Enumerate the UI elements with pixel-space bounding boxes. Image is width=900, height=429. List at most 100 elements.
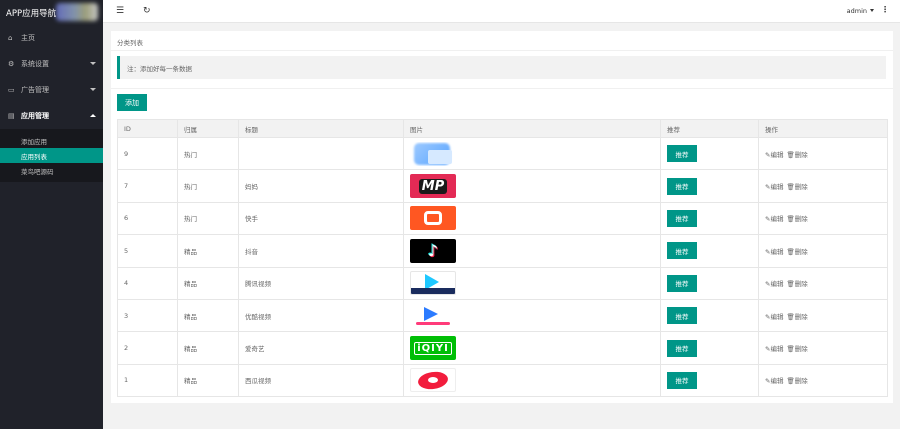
cell-recommend: 推荐 bbox=[660, 169, 759, 203]
cell-image bbox=[403, 201, 661, 236]
edit-label: 编辑 bbox=[770, 215, 784, 224]
recommend-button[interactable]: 推荐 bbox=[667, 145, 697, 163]
cell-group: 精品 bbox=[177, 234, 239, 268]
table-header-row: ID 归属 标题 图片 推荐 操作 bbox=[117, 119, 888, 138]
trash-icon: 🗑 bbox=[786, 280, 795, 289]
sidebar-subitem-add-app[interactable]: 添加应用 bbox=[0, 133, 103, 148]
content-card: 分类列表 注：添加好每一条数据 添加 ID 归属 标题 图片 推荐 操作 9 热… bbox=[111, 31, 893, 403]
divider bbox=[111, 50, 893, 51]
brand[interactable]: APP应用导航 bbox=[0, 0, 103, 25]
table-row: 3 精品 优酷视频 推荐 ✎编辑 🗑删除 bbox=[117, 298, 888, 333]
cell-title: 西瓜视频 bbox=[238, 363, 404, 398]
cell-title: 抖音 bbox=[238, 234, 404, 268]
more-icon[interactable]: ⋮ bbox=[881, 5, 889, 14]
cell-title: 优酷视频 bbox=[238, 298, 404, 333]
cell-image bbox=[403, 266, 661, 300]
table-row: 2 精品 爱奇艺 iQIYI 推荐 ✎编辑 🗑删除 bbox=[117, 331, 888, 365]
divider bbox=[111, 88, 893, 89]
table-row: 1 精品 西瓜视频 推荐 ✎编辑 🗑删除 bbox=[117, 363, 888, 398]
home-icon: ⌂ bbox=[8, 34, 13, 42]
edit-link[interactable]: ✎编辑 bbox=[765, 151, 783, 159]
table-row: 6 热门 快手 推荐 ✎编辑 🗑删除 bbox=[117, 201, 888, 236]
delete-label: 删除 bbox=[794, 377, 808, 386]
sidebar-item-system-settings[interactable]: ⚙ 系统设置 bbox=[0, 51, 103, 77]
table-row: 9 热门 推荐 ✎编辑 🗑删除 bbox=[117, 136, 888, 171]
edit-link[interactable]: ✎编辑 bbox=[765, 215, 783, 223]
cell-id: 1 bbox=[117, 363, 178, 398]
delete-link[interactable]: 🗑删除 bbox=[786, 215, 807, 223]
cell-group: 精品 bbox=[177, 266, 239, 300]
cell-image bbox=[403, 298, 661, 333]
refresh-icon[interactable]: ↻ bbox=[143, 6, 151, 16]
app-logo-image: ♪ bbox=[410, 238, 456, 263]
logo-text: MP bbox=[418, 178, 448, 194]
sidebar-item-label: 广告管理 bbox=[21, 86, 49, 94]
delete-link[interactable]: 🗑删除 bbox=[786, 183, 807, 191]
delete-link[interactable]: 🗑删除 bbox=[786, 345, 807, 353]
delete-link[interactable]: 🗑删除 bbox=[786, 313, 807, 321]
column-header-id: ID bbox=[117, 119, 178, 138]
sidebar-item-ad-management[interactable]: ▭ 广告管理 bbox=[0, 77, 103, 103]
recommend-button[interactable]: 推荐 bbox=[667, 307, 697, 325]
cell-title: 爱奇艺 bbox=[238, 331, 404, 365]
cell-actions: ✎编辑 🗑删除 bbox=[758, 331, 888, 365]
cell-title bbox=[238, 136, 404, 171]
table-row: 5 精品 抖音 ♪ 推荐 ✎编辑 🗑删除 bbox=[117, 234, 888, 268]
cell-id: 4 bbox=[117, 266, 178, 300]
cell-recommend: 推荐 bbox=[660, 363, 759, 398]
trash-icon: 🗑 bbox=[786, 345, 795, 354]
recommend-button[interactable]: 推荐 bbox=[667, 274, 697, 292]
cell-group: 精品 bbox=[177, 363, 239, 398]
delete-link[interactable]: 🗑删除 bbox=[786, 151, 807, 159]
cell-group: 热门 bbox=[177, 136, 239, 171]
delete-label: 删除 bbox=[794, 280, 808, 289]
sidebar-item-label: 应用管理 bbox=[21, 112, 49, 120]
user-menu[interactable]: admin bbox=[847, 7, 874, 15]
recommend-button[interactable]: 推荐 bbox=[667, 177, 697, 195]
sidebar-subitem-source[interactable]: 菜鸟吧源码 bbox=[0, 163, 103, 178]
recommend-button[interactable]: 推荐 bbox=[667, 371, 697, 389]
cell-title: 腾讯视频 bbox=[238, 266, 404, 300]
trash-icon: 🗑 bbox=[786, 247, 795, 256]
edit-link[interactable]: ✎编辑 bbox=[765, 183, 783, 191]
cell-actions: ✎编辑 🗑删除 bbox=[758, 266, 888, 300]
recommend-button[interactable]: 推荐 bbox=[667, 209, 697, 227]
app-logo-image bbox=[410, 141, 456, 166]
cell-recommend: 推荐 bbox=[660, 331, 759, 365]
delete-label: 删除 bbox=[794, 247, 808, 256]
note-quote: 注：添加好每一条数据 bbox=[117, 56, 886, 79]
edit-link[interactable]: ✎编辑 bbox=[765, 313, 783, 321]
delete-link[interactable]: 🗑删除 bbox=[786, 248, 807, 256]
cell-recommend: 推荐 bbox=[660, 298, 759, 333]
cell-group: 热门 bbox=[177, 201, 239, 236]
cell-group: 精品 bbox=[177, 331, 239, 365]
delete-link[interactable]: 🗑删除 bbox=[786, 377, 807, 385]
cell-recommend: 推荐 bbox=[660, 201, 759, 236]
cell-id: 5 bbox=[117, 234, 178, 268]
recommend-button[interactable]: 推荐 bbox=[667, 242, 697, 260]
menu-toggle-icon[interactable]: ☰ bbox=[116, 6, 124, 16]
trash-icon: 🗑 bbox=[786, 312, 795, 321]
cell-group: 热门 bbox=[177, 169, 239, 203]
cell-recommend: 推荐 bbox=[660, 266, 759, 300]
add-button[interactable]: 添加 bbox=[117, 94, 147, 111]
delete-label: 删除 bbox=[794, 150, 808, 159]
sidebar-item-home[interactable]: ⌂ 主页 bbox=[0, 25, 103, 51]
sidebar-item-app-management[interactable]: ▤ 应用管理 bbox=[0, 103, 103, 129]
brand-blurred-image bbox=[56, 3, 98, 21]
gear-icon: ⚙ bbox=[8, 60, 15, 68]
cell-actions: ✎编辑 🗑删除 bbox=[758, 201, 888, 236]
app-logo-image: iQIYI bbox=[410, 336, 456, 361]
edit-label: 编辑 bbox=[770, 247, 784, 256]
sidebar-item-label: 系统设置 bbox=[21, 60, 49, 68]
edit-link[interactable]: ✎编辑 bbox=[765, 248, 783, 256]
edit-link[interactable]: ✎编辑 bbox=[765, 280, 783, 288]
edit-link[interactable]: ✎编辑 bbox=[765, 377, 783, 385]
sidebar-subitem-app-list[interactable]: 应用列表 bbox=[0, 148, 103, 163]
delete-link[interactable]: 🗑删除 bbox=[786, 280, 807, 288]
top-header: ☰ ↻ admin ⋮ bbox=[103, 0, 900, 23]
trash-icon: 🗑 bbox=[786, 377, 795, 386]
cell-id: 3 bbox=[117, 298, 178, 333]
edit-link[interactable]: ✎编辑 bbox=[765, 345, 783, 353]
recommend-button[interactable]: 推荐 bbox=[667, 339, 697, 357]
